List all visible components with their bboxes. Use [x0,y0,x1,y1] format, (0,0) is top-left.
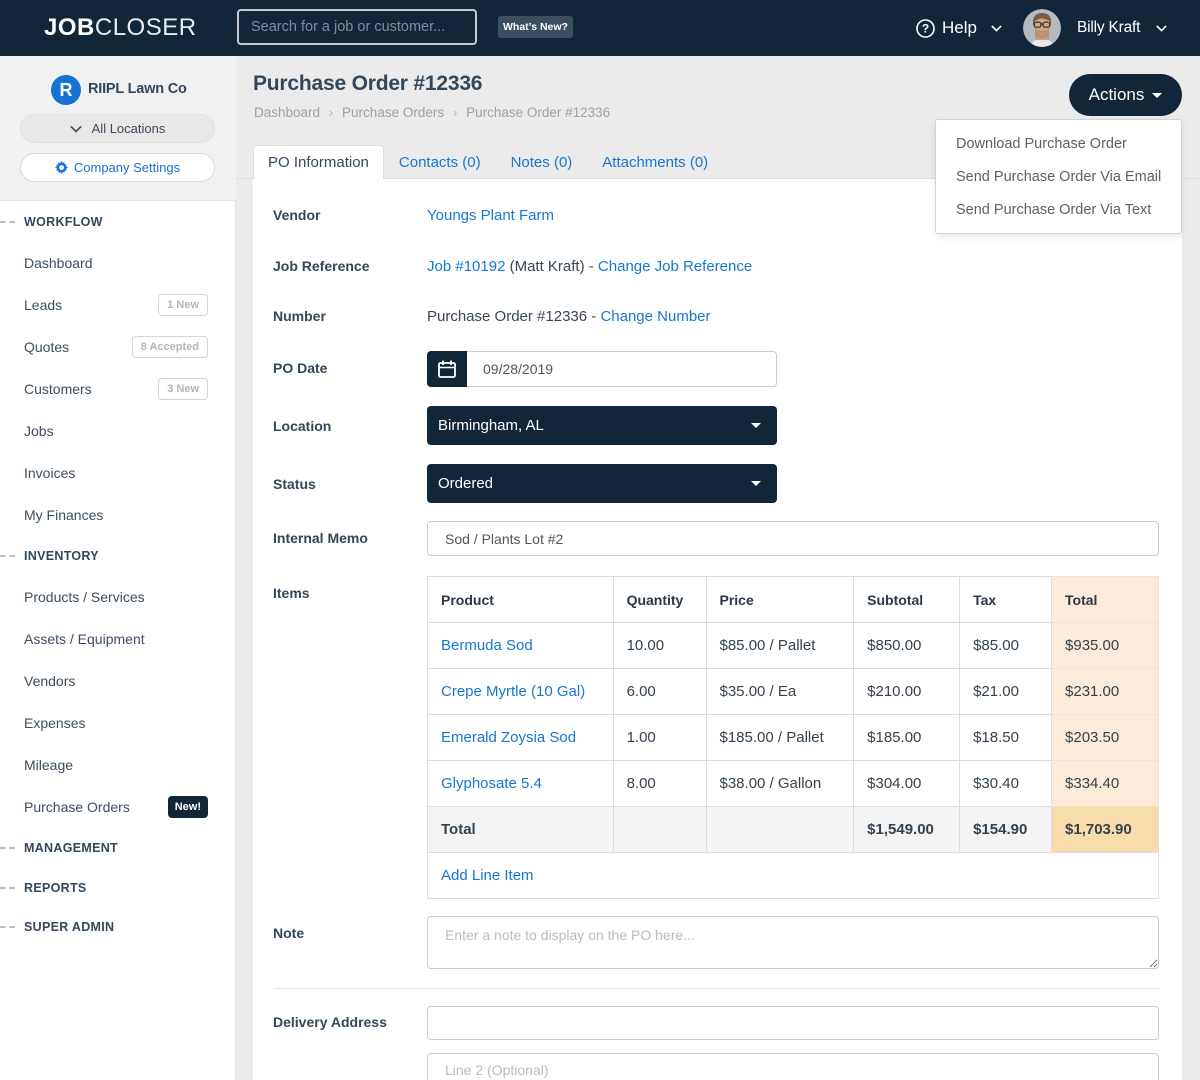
svg-text:?: ? [922,21,929,35]
